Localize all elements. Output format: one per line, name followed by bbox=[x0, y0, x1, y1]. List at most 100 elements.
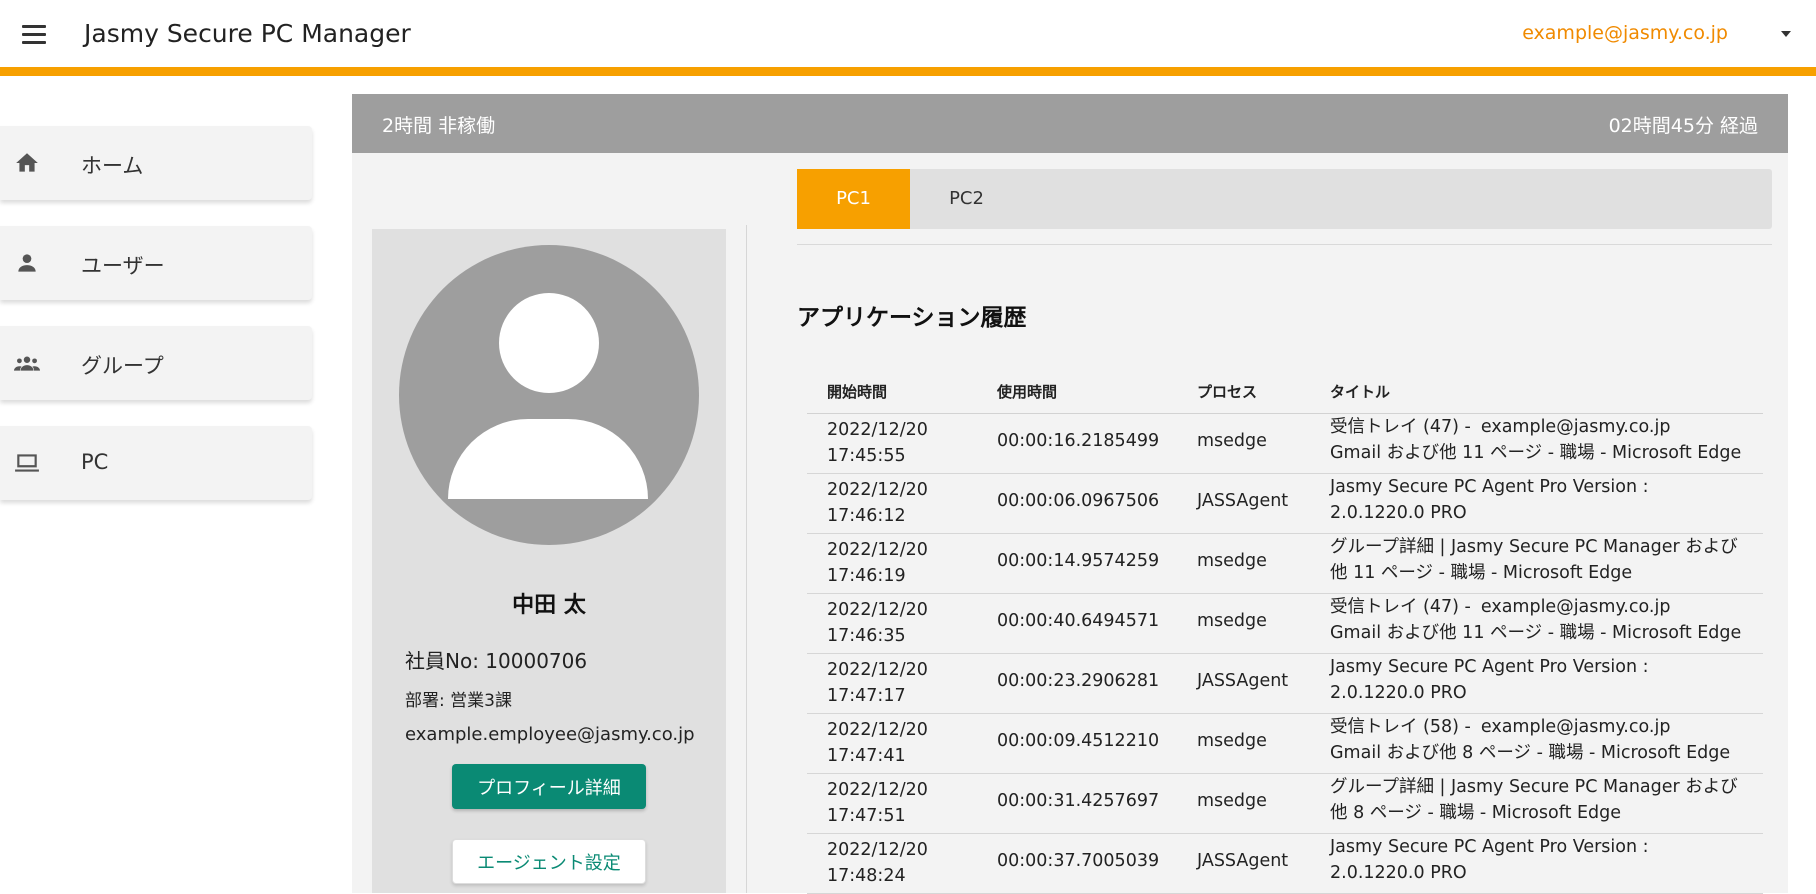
department: 部署: 営業3課 bbox=[405, 691, 512, 711]
title-cell: Jasmy Secure PC Agent Pro Version : 2.0.1… bbox=[1330, 474, 1750, 526]
title-cell: グループ詳細 | Jasmy Secure PC Manager および他 8 … bbox=[1330, 774, 1750, 826]
start-clock: 17:47:51 bbox=[827, 806, 906, 826]
sidebar-item-label: PC bbox=[81, 450, 109, 474]
section-title: アプリケーション履歴 bbox=[797, 305, 1027, 331]
column-header[interactable]: プロセス bbox=[1197, 381, 1257, 402]
table-row[interactable]: 2022/12/20 17:47:41 00:00:09.4512210 msedge… bbox=[807, 714, 1763, 774]
duration-cell: 00:00:09.4512210 bbox=[997, 731, 1160, 751]
title-text: 2.0.1220.0 PRO bbox=[1330, 863, 1467, 883]
process-cell: JASSAgent bbox=[1197, 851, 1289, 871]
duration-cell: 00:00:14.9574259 bbox=[997, 551, 1160, 571]
title-text: 2.0.1220.0 PRO bbox=[1330, 503, 1467, 523]
start-clock: 17:47:17 bbox=[827, 686, 906, 706]
start-time-cell: 2022/12/20 17:46:19 bbox=[827, 537, 977, 589]
column-header[interactable]: 開始時間 bbox=[827, 381, 887, 402]
profile-detail-button[interactable]: プロフィール詳細 bbox=[452, 764, 646, 809]
start-clock: 17:45:55 bbox=[827, 446, 906, 466]
title-text: Gmail および他 11 ページ - 職場 - Microsoft Edge bbox=[1330, 443, 1742, 463]
table-row[interactable]: 2022/12/20 17:47:51 00:00:31.4257697 msedge… bbox=[807, 774, 1763, 834]
divider bbox=[746, 225, 747, 893]
group-icon bbox=[14, 356, 40, 371]
sidebar-item-home[interactable]: ホーム bbox=[0, 126, 312, 200]
app-history-table: 開始時間 使用時間 プロセス タイトル 2022/12/20 17:45:55 00… bbox=[807, 364, 1763, 894]
duration-cell: 00:00:37.7005039 bbox=[997, 851, 1160, 871]
sidebar: ホーム ユーザー グループ PC bbox=[0, 126, 312, 526]
sidebar-item-label: ユーザー bbox=[81, 254, 165, 278]
table-row[interactable]: 2022/12/20 17:46:35 00:00:40.6494571 msedge… bbox=[807, 594, 1763, 654]
start-date: 2022/12/20 bbox=[827, 540, 928, 560]
column-header[interactable]: 使用時間 bbox=[997, 381, 1057, 402]
menu-icon[interactable] bbox=[22, 25, 46, 45]
table-row[interactable]: 2022/12/20 17:47:17 00:00:23.2906281 JASSAg… bbox=[807, 654, 1763, 714]
table-header: 開始時間 使用時間 プロセス タイトル bbox=[807, 364, 1763, 414]
status-bar: 2時間 非稼働 02時間45分 経過 bbox=[352, 94, 1788, 153]
start-time-cell: 2022/12/20 17:47:51 bbox=[827, 777, 977, 829]
account-email[interactable]: example@jasmy.co.jp bbox=[1522, 22, 1728, 44]
table-row[interactable]: 2022/12/20 17:46:19 00:00:14.9574259 msedge… bbox=[807, 534, 1763, 594]
title-email: example@jasmy.co.jp bbox=[1480, 597, 1671, 617]
start-time-cell: 2022/12/20 17:47:17 bbox=[827, 657, 977, 709]
title-cell: グループ詳細 | Jasmy Secure PC Manager および他 11… bbox=[1330, 534, 1750, 586]
process-cell: msedge bbox=[1197, 731, 1267, 751]
avatar bbox=[399, 245, 699, 545]
column-header[interactable]: タイトル bbox=[1330, 381, 1390, 402]
sidebar-item-users[interactable]: ユーザー bbox=[0, 226, 312, 300]
duration-cell: 00:00:31.4257697 bbox=[997, 791, 1160, 811]
title-text: 受信トレイ (58) - bbox=[1330, 717, 1471, 737]
title-text: Gmail および他 11 ページ - 職場 - Microsoft Edge bbox=[1330, 623, 1742, 643]
sidebar-item-groups[interactable]: グループ bbox=[0, 326, 312, 400]
process-cell: msedge bbox=[1197, 431, 1267, 451]
table-row[interactable]: 2022/12/20 17:46:12 00:00:06.0967506 JASSAg… bbox=[807, 474, 1763, 534]
title-text: 受信トレイ (47) - bbox=[1330, 597, 1471, 617]
title-email: example@jasmy.co.jp bbox=[1480, 417, 1671, 437]
title-text: 受信トレイ (47) - bbox=[1330, 417, 1471, 437]
agent-settings-button[interactable]: エージェント設定 bbox=[452, 839, 646, 884]
start-clock: 17:48:24 bbox=[827, 866, 906, 886]
sidebar-item-pc[interactable]: PC bbox=[0, 426, 312, 500]
start-date: 2022/12/20 bbox=[827, 780, 928, 800]
duration-cell: 00:00:40.6494571 bbox=[997, 611, 1160, 631]
duration-cell: 00:00:06.0967506 bbox=[997, 491, 1160, 511]
title-text: Jasmy Secure PC Agent Pro Version : bbox=[1330, 657, 1649, 677]
start-time-cell: 2022/12/20 17:45:55 bbox=[827, 417, 977, 469]
start-date: 2022/12/20 bbox=[827, 720, 928, 740]
laptop-icon bbox=[15, 454, 39, 472]
start-date: 2022/12/20 bbox=[827, 660, 928, 680]
start-clock: 17:46:19 bbox=[827, 566, 906, 586]
start-clock: 17:46:35 bbox=[827, 626, 906, 646]
profile-card: 中田 太 社員No: 10000706 部署: 営業3課 example.emp… bbox=[372, 229, 726, 893]
title-text: 他 8 ページ - 職場 - Microsoft Edge bbox=[1330, 803, 1622, 823]
start-date: 2022/12/20 bbox=[827, 480, 928, 500]
start-date: 2022/12/20 bbox=[827, 840, 928, 860]
elapsed-time: 02時間45分 経過 bbox=[1608, 115, 1758, 137]
process-cell: msedge bbox=[1197, 551, 1267, 571]
process-cell: msedge bbox=[1197, 791, 1267, 811]
employee-number: 社員No: 10000706 bbox=[405, 649, 588, 673]
title-cell: 受信トレイ (58) - example@jasmy.co.jp Gmail および… bbox=[1330, 714, 1750, 766]
title-cell: Jasmy Secure PC Agent Pro Version : 2.0.1… bbox=[1330, 834, 1750, 886]
start-clock: 17:47:41 bbox=[827, 746, 906, 766]
title-text: 他 11 ページ - 職場 - Microsoft Edge bbox=[1330, 563, 1633, 583]
process-cell: JASSAgent bbox=[1197, 491, 1289, 511]
start-time-cell: 2022/12/20 17:46:12 bbox=[827, 477, 977, 529]
title-text: グループ詳細 | Jasmy Secure PC Manager および bbox=[1330, 777, 1738, 797]
tab-pc1[interactable]: PC1 bbox=[797, 169, 910, 229]
main-content: 2時間 非稼働 02時間45分 経過 中田 太 社員No: 10000706 部… bbox=[352, 94, 1788, 894]
title-text: 2.0.1220.0 PRO bbox=[1330, 683, 1467, 703]
duration-cell: 00:00:23.2906281 bbox=[997, 671, 1160, 691]
title-cell: 受信トレイ (47) - example@jasmy.co.jp Gmail および… bbox=[1330, 414, 1750, 466]
person-icon bbox=[18, 254, 36, 272]
title-text: Jasmy Secure PC Agent Pro Version : bbox=[1330, 477, 1649, 497]
duration-cell: 00:00:16.2185499 bbox=[997, 431, 1160, 451]
top-bar: Jasmy Secure PC Manager example@jasmy.co… bbox=[0, 0, 1816, 76]
start-time-cell: 2022/12/20 17:48:24 bbox=[827, 837, 977, 889]
sidebar-item-label: ホーム bbox=[81, 154, 144, 178]
table-row[interactable]: 2022/12/20 17:45:55 00:00:16.2185499 msedge… bbox=[807, 414, 1763, 474]
start-clock: 17:46:12 bbox=[827, 506, 906, 526]
pc-tabs: PC1 PC2 bbox=[797, 169, 1772, 229]
tab-pc2[interactable]: PC2 bbox=[910, 169, 1023, 229]
table-row[interactable]: 2022/12/20 17:48:24 00:00:37.7005039 JASSAg… bbox=[807, 834, 1763, 894]
title-text: Jasmy Secure PC Agent Pro Version : bbox=[1330, 837, 1649, 857]
chevron-down-icon[interactable] bbox=[1781, 31, 1791, 37]
user-name: 中田 太 bbox=[512, 593, 586, 618]
